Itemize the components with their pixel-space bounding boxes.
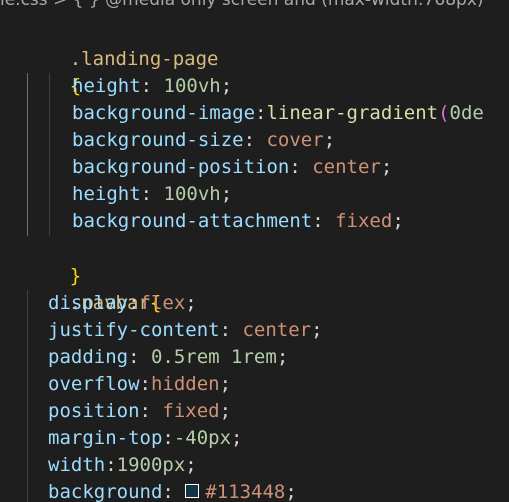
css-semicolon: ;	[220, 183, 233, 205]
code-line[interactable]: display:flex;	[48, 290, 197, 317]
css-property: position	[48, 400, 140, 422]
breadcrumb-file[interactable]: le.css	[0, 0, 48, 10]
css-property: width	[48, 454, 106, 476]
css-value: 1900px	[116, 454, 186, 476]
css-semicolon: ;	[185, 454, 197, 476]
code-line[interactable]: background-position: center;	[72, 154, 392, 181]
css-colon: :	[255, 102, 267, 124]
css-property: display	[48, 292, 129, 314]
css-property: height	[72, 75, 141, 97]
code-line[interactable]: background-attachment: fixed;	[72, 208, 404, 235]
css-semicolon: ;	[285, 481, 297, 502]
code-line[interactable]: .landing-page	[24, 19, 219, 70]
css-semicolon: ;	[220, 75, 233, 97]
css-colon: :	[128, 292, 140, 314]
css-value: flex	[139, 292, 186, 314]
css-value: #113448	[205, 481, 286, 502]
css-semicolon: ;	[311, 319, 323, 341]
css-property: justify-content	[48, 319, 220, 341]
css-semicolon: ;	[392, 210, 404, 232]
css-property: padding	[48, 346, 129, 368]
css-property: background	[48, 481, 163, 502]
css-colon: :	[105, 454, 117, 476]
css-value: cover	[266, 129, 324, 151]
css-value: center	[312, 156, 381, 178]
css-property: overflow	[48, 373, 140, 395]
css-semicolon: ;	[380, 156, 393, 178]
css-property: margin-top	[48, 427, 163, 449]
css-property: height	[72, 183, 141, 205]
code-line[interactable]: height: 100vh;	[72, 73, 232, 100]
css-colon: :	[289, 156, 313, 178]
code-line[interactable]: {	[24, 46, 81, 97]
css-value: 100vh	[163, 183, 221, 205]
css-colon: :	[243, 129, 267, 151]
code-line[interactable]: background-size: cover;	[72, 127, 335, 154]
code-line[interactable]: }	[24, 236, 81, 287]
css-value: center	[242, 319, 312, 341]
code-line[interactable]: background: #113448;	[48, 479, 297, 502]
css-value: fixed	[335, 210, 393, 232]
code-line[interactable]: padding: 0.5rem 1rem;	[48, 344, 288, 371]
css-semicolon: ;	[219, 400, 232, 422]
breadcrumb-rule[interactable]: @media only screen and (max-width:768px)	[105, 0, 483, 10]
code-line[interactable]: margin-top:-40px;	[48, 425, 243, 452]
css-colon: :	[128, 346, 151, 368]
css-value: hidden	[150, 373, 220, 395]
code-line[interactable]: position: fixed;	[48, 398, 231, 425]
css-property: background-position	[72, 156, 290, 178]
css-function: linear-gradient	[266, 102, 439, 124]
css-colon: :	[162, 427, 174, 449]
landing-page-selector: .landing-page	[69, 48, 219, 70]
css-value: fixed	[162, 400, 220, 422]
breadcrumb: le.css > { } @media only screen and (max…	[0, 0, 509, 12]
code-line[interactable]: width:1900px;	[48, 452, 197, 479]
css-semicolon: ;	[276, 346, 289, 368]
css-value: 100vh	[163, 75, 221, 97]
css-colon: :	[139, 400, 163, 422]
css-property: background-size	[72, 129, 244, 151]
css-property: background-image	[72, 102, 256, 124]
css-colon: :	[162, 481, 186, 502]
css-value: 0de	[449, 102, 484, 124]
css-colon: :	[139, 373, 151, 395]
css-value: 0.5rem 1rem	[150, 346, 277, 368]
css-colon: :	[219, 319, 243, 341]
css-semicolon: ;	[323, 129, 336, 151]
css-value: -40px	[173, 427, 232, 449]
css-semicolon: ;	[219, 373, 232, 395]
css-colon: :	[312, 210, 336, 232]
code-editor[interactable]: le.css > { } @media only screen and (max…	[0, 0, 509, 502]
css-semicolon: ;	[185, 292, 197, 314]
code-line[interactable]: justify-content: center;	[48, 317, 323, 344]
css-colon: :	[140, 75, 164, 97]
braces-icon: { }	[72, 0, 100, 10]
color-swatch[interactable]	[185, 483, 200, 498]
breadcrumb-separator: >	[53, 0, 68, 10]
code-line[interactable]: height: 100vh;	[72, 181, 232, 208]
code-line[interactable]: .navbar{	[24, 263, 162, 314]
code-line[interactable]: background-image:linear-gradient(0de	[72, 100, 484, 127]
css-paren: (	[438, 102, 450, 124]
css-semicolon: ;	[231, 427, 243, 449]
css-colon: :	[140, 183, 164, 205]
code-line[interactable]: overflow:hidden;	[48, 371, 231, 398]
css-property: background-attachment	[72, 210, 313, 232]
